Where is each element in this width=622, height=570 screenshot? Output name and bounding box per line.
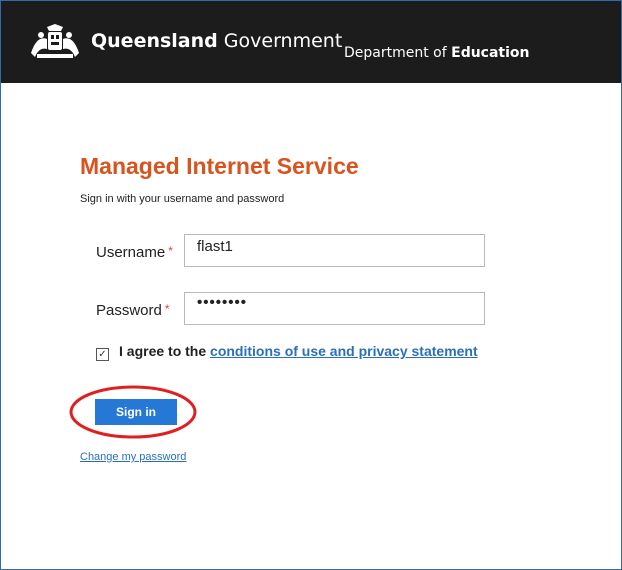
required-marker: * bbox=[168, 244, 173, 258]
agree-text: I agree to the bbox=[119, 343, 207, 359]
brand-rest: Government bbox=[223, 30, 343, 52]
dept-bold: Education bbox=[451, 45, 530, 61]
department-name: Department of Education bbox=[344, 45, 530, 61]
username-label-text: Username bbox=[96, 244, 166, 261]
agree-row: ✓ I agree to the conditions of use and pr… bbox=[96, 343, 478, 361]
queensland-crest-icon bbox=[31, 24, 79, 58]
conditions-link[interactable]: conditions of use and privacy statement bbox=[210, 343, 478, 359]
username-label: Username * bbox=[96, 244, 173, 261]
password-label: Password * bbox=[96, 302, 170, 319]
password-label-text: Password bbox=[96, 302, 162, 319]
dept-prefix: Department of bbox=[344, 45, 447, 61]
brand-bold: Queensland bbox=[91, 30, 218, 52]
page-title: Managed Internet Service bbox=[80, 153, 359, 179]
header-bar: Queensland Government Department of Educ… bbox=[1, 1, 621, 83]
page-subtitle: Sign in with your username and password bbox=[80, 193, 285, 205]
password-field[interactable]: •••••••• bbox=[184, 292, 485, 325]
username-field[interactable]: flast1 bbox=[184, 234, 485, 267]
sign-in-button[interactable]: Sign in bbox=[95, 399, 177, 425]
change-password-link[interactable]: Change my password bbox=[80, 451, 186, 463]
agree-checkbox[interactable]: ✓ bbox=[96, 348, 109, 361]
page-frame: Queensland Government Department of Educ… bbox=[0, 0, 622, 570]
brand-name: Queensland Government bbox=[91, 30, 342, 52]
required-marker: * bbox=[164, 302, 170, 316]
